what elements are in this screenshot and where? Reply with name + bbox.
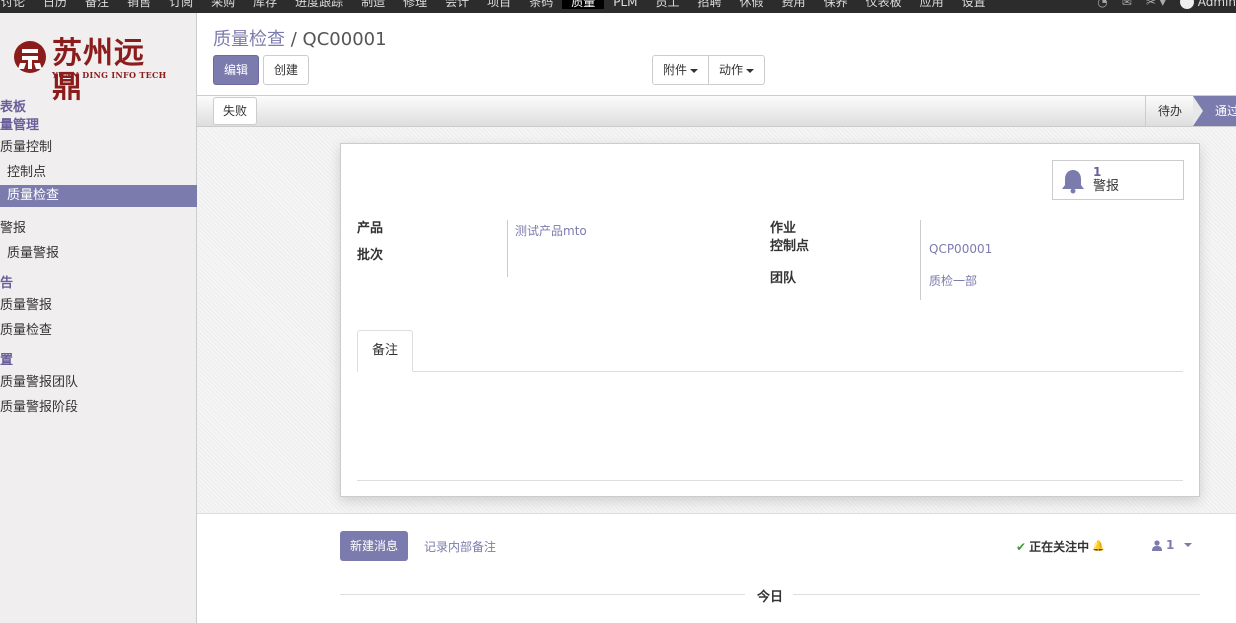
system-tray: ◔ ✉ ✂ ▾ Admin	[1097, 0, 1236, 9]
topnav-item[interactable]: 应用	[911, 0, 953, 9]
divider	[340, 594, 745, 595]
user-icon	[1152, 539, 1162, 551]
team-label: 团队	[770, 271, 797, 286]
sidebar-item[interactable]: 量管理	[0, 117, 197, 135]
stage-todo[interactable]: 待办	[1145, 96, 1195, 126]
attachment-dropdown[interactable]: 附件	[652, 55, 710, 85]
sidebar-item[interactable]: 质量警报阶段	[0, 395, 197, 420]
topnav-item[interactable]: 库存	[244, 0, 286, 9]
new-message-button[interactable]: 新建消息	[340, 531, 409, 561]
topnav-item[interactable]: 保养	[815, 0, 857, 9]
attachment-label: 附件	[663, 63, 688, 77]
fail-button[interactable]: 失败	[213, 97, 258, 125]
topnav-item[interactable]: 招聘	[689, 0, 731, 9]
status-bar: 失败 待办 通过	[197, 95, 1236, 127]
topnav-item[interactable]: 会计	[436, 0, 478, 9]
operation-label: 作业	[770, 221, 797, 236]
action-label: 动作	[719, 63, 744, 77]
sidebar-item[interactable]: 告	[0, 275, 197, 293]
today-separator: 今日	[757, 590, 784, 605]
topnav-item[interactable]: 进度跟踪	[286, 0, 352, 9]
check-icon: ✔	[1016, 539, 1027, 554]
create-button[interactable]: 创建	[263, 55, 309, 85]
sidebar-item[interactable]: 置	[0, 352, 197, 370]
topnav-item[interactable]: 修理	[394, 0, 436, 9]
edit-button[interactable]: 编辑	[213, 55, 259, 85]
team-value[interactable]: 质检一部	[929, 273, 977, 289]
product-value[interactable]: 测试产品mto	[515, 223, 587, 239]
alerts-smart-button[interactable]: 1 警报	[1052, 160, 1184, 200]
logo-mark-icon	[14, 41, 46, 73]
follow-button[interactable]: ✔ 正在关注中 🔔	[1016, 538, 1105, 555]
topnav-item[interactable]: 订阅	[160, 0, 202, 9]
stage-pass[interactable]: 通过	[1193, 96, 1236, 126]
topnav-item[interactable]: 设置	[953, 0, 995, 9]
caret-down-icon	[690, 68, 699, 73]
avatar	[1179, 0, 1194, 9]
top-navbar: 讨论 日历 备注 销售 订阅 采购 库存 进度跟踪 制造 修理 会计 项目 条码 质量 PLM 员工 招聘 休假费…	[0, 0, 1236, 13]
breadcrumb: 质量检查 / QC00001	[213, 25, 387, 51]
user-name: Admin	[1197, 0, 1236, 9]
topnav-item[interactable]: 制造	[352, 0, 394, 9]
sidebar-item[interactable]: 质量警报团队	[0, 370, 197, 395]
tools-icon[interactable]: ✂ ▾	[1146, 0, 1166, 9]
user-menu[interactable]: Admin	[1179, 0, 1236, 9]
bell-icon: 🔔	[1092, 541, 1105, 552]
topnav-item[interactable]: 采购	[202, 0, 244, 9]
topnav-item[interactable]: 讨论	[0, 0, 34, 9]
sidebar-item[interactable]: 质量警报	[0, 241, 197, 266]
product-label: 产品	[357, 221, 384, 236]
sidebar-item[interactable]: 质量控制	[0, 135, 197, 160]
tab-notes[interactable]: 备注	[357, 330, 414, 372]
sidebar-item[interactable]: 质量检查	[0, 318, 197, 343]
sidebar: 苏州远鼎 YUAN DING INFO TECH 表板 量管理 质量控制 控制点 质量检…	[0, 13, 197, 623]
breadcrumb-separator: /	[290, 29, 297, 50]
sidebar-item[interactable]: 质量检查	[0, 185, 197, 207]
sidebar-item[interactable]: 警报	[0, 216, 197, 241]
topnav-item[interactable]: 日历	[34, 0, 76, 9]
sidebar-item[interactable]: 控制点	[0, 160, 197, 185]
topnav-item[interactable]: PLM	[604, 0, 646, 9]
activity-icon[interactable]: ◔	[1097, 0, 1107, 9]
field-divider	[920, 220, 921, 300]
logo-text-en: YUAN DING INFO TECH	[52, 70, 167, 80]
divider	[357, 480, 1183, 481]
followers-count: 1	[1166, 538, 1175, 552]
sidebar-item[interactable]: 质量警报	[0, 293, 197, 318]
sidebar-item[interactable]: 表板	[0, 99, 197, 117]
company-logo[interactable]: 苏州远鼎 YUAN DING INFO TECH	[12, 37, 172, 105]
sidebar-actions: 附件 动作	[652, 55, 766, 85]
followers-dropdown[interactable]: 1	[1152, 538, 1193, 552]
app-menu: 讨论 日历 备注 销售 订阅 采购 库存 进度跟踪 制造 修理 会计 项目 条码 质量 PLM 员工 招聘 休假费…	[0, 0, 995, 9]
control-point-label: 控制点	[770, 239, 810, 254]
field-divider	[507, 220, 508, 277]
form-sheet: 1 警报 产品 批次 测试产品mto 作业 控制点 团队 QCP00001 质检…	[340, 143, 1200, 497]
topnav-item[interactable]: 仪表板	[857, 0, 911, 9]
log-note-button[interactable]: 记录内部备注	[424, 538, 496, 555]
sidebar-menu: 表板 量管理 质量控制 控制点 质量检查 警报 质量警报告质量警报 质量检查置质量警报团队 质量…	[0, 99, 197, 420]
notebook-tabs: 备注	[357, 330, 1183, 372]
alert-label: 警报	[1093, 179, 1120, 194]
bell-icon	[1062, 170, 1084, 194]
action-dropdown[interactable]: 动作	[709, 55, 766, 85]
breadcrumb-current: QC00001	[302, 29, 387, 50]
topnav-item[interactable]: 休假	[731, 0, 773, 9]
topnav-item[interactable]: 销售	[118, 0, 160, 9]
topnav-item[interactable]: 费用	[773, 0, 815, 9]
divider	[793, 594, 1200, 595]
following-label: 正在关注中	[1029, 540, 1090, 554]
topnav-item[interactable]: 员工	[647, 0, 689, 9]
breadcrumb-parent[interactable]: 质量检查	[213, 29, 285, 50]
topnav-item[interactable]: 质量	[562, 0, 605, 9]
lot-label: 批次	[357, 248, 384, 263]
control-point-value[interactable]: QCP00001	[929, 241, 992, 257]
chat-icon[interactable]: ✉	[1122, 0, 1132, 9]
topnav-item[interactable]: 备注	[76, 0, 118, 9]
topnav-item[interactable]: 条码	[520, 0, 562, 9]
alert-count: 1	[1093, 165, 1102, 179]
topnav-item[interactable]: 项目	[478, 0, 520, 9]
caret-down-icon	[746, 68, 755, 73]
caret-down-icon	[1184, 543, 1193, 547]
